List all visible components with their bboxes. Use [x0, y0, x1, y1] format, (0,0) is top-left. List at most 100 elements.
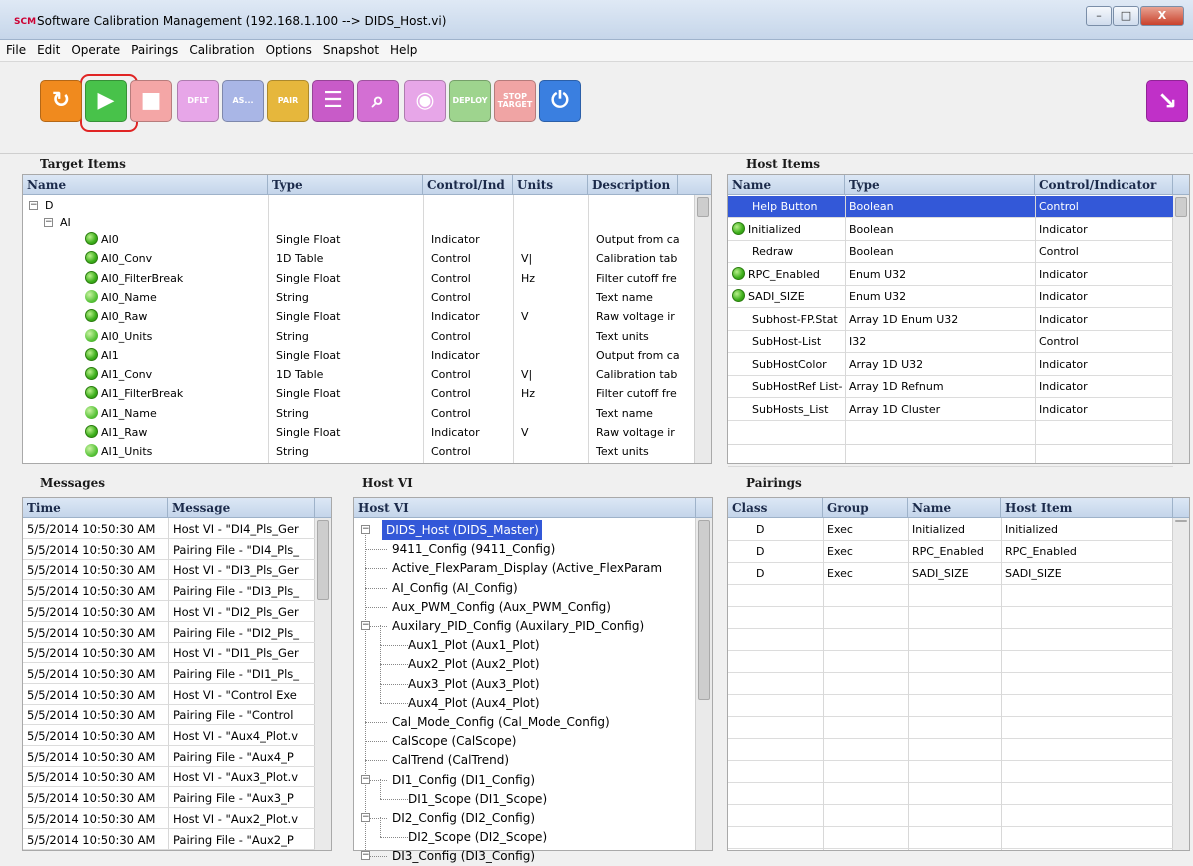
run-button[interactable]: ▶ [85, 80, 127, 122]
save-default-button[interactable]: DFLT [177, 80, 219, 122]
stop-button[interactable]: ■ [130, 80, 172, 122]
refresh-button[interactable]: ↻ [40, 80, 82, 122]
message-row[interactable]: 5/5/2014 10:50:30 AM Host VI - "DI2_Pls_G… [23, 602, 315, 622]
menu-snapshot[interactable]: Snapshot [317, 40, 384, 57]
table-row[interactable]: D Exec SADI_SIZE SADI_SIZE [728, 563, 1173, 585]
tree-node[interactable]: Aux_PWM_Config (Aux_PWM_Config) [354, 597, 694, 617]
table-row[interactable]: AI0_Units String Control Text units [23, 327, 693, 347]
host-col-control-indicator[interactable]: Control/Indicator [1035, 175, 1173, 195]
tree-node[interactable]: Active_FlexParam_Display (Active_FlexPar… [354, 558, 694, 578]
menu-operate[interactable]: Operate [65, 40, 125, 57]
menu-help[interactable]: Help [384, 40, 422, 57]
tree-node[interactable]: − Auxilary_PID_Config (Auxilary_PID_Confi… [354, 616, 694, 636]
exit-button[interactable]: ↘ [1146, 80, 1188, 122]
table-row[interactable]: SubHosts_List Array 1D Cluster Indicator [728, 399, 1173, 421]
message-row[interactable]: 5/5/2014 10:50:30 AM Pairing File - "Aux4… [23, 747, 315, 767]
target-col-description[interactable]: Description [588, 175, 678, 195]
messages-scrollbar[interactable] [314, 518, 331, 850]
message-row[interactable]: 5/5/2014 10:50:30 AM Pairing File - "Cont… [23, 705, 315, 726]
pairings-scrollbar[interactable] [1172, 518, 1189, 850]
tree-node[interactable]: Aux3_Plot (Aux3_Plot) [354, 663, 694, 694]
expander-icon[interactable]: − [29, 201, 38, 210]
table-row[interactable]: AI0_FilterBreak Single Float Control Hz Filt… [23, 269, 693, 289]
pairings-col-class[interactable]: Class [728, 498, 823, 518]
table-row[interactable]: D Exec RPC_Enabled RPC_Enabled [728, 541, 1173, 563]
minimize-button[interactable]: – [1086, 6, 1112, 26]
message-row[interactable]: 5/5/2014 10:50:30 AM Pairing File - "DI2_… [23, 623, 315, 643]
expander-icon[interactable]: − [361, 525, 370, 534]
messages-col-message[interactable]: Message [168, 498, 315, 518]
tree-node[interactable]: CalScope (CalScope) [354, 731, 694, 751]
host-scrollbar[interactable] [1172, 195, 1189, 463]
tree-node[interactable]: Aux4_Plot (Aux4_Plot) [354, 682, 694, 713]
message-row[interactable]: 5/5/2014 10:50:30 AM Host VI - "Aux2_Plot… [23, 809, 315, 829]
host-col-type[interactable]: Type [845, 175, 1035, 195]
tree-node[interactable]: DI1_Scope (DI1_Scope) [354, 778, 694, 809]
table-row[interactable]: RPC_Enabled Enum U32 Indicator [728, 264, 1173, 286]
target-scrollbar-thumb[interactable] [697, 197, 709, 217]
tree-node[interactable]: AI_Config (AI_Config) [354, 578, 694, 598]
table-row[interactable]: SubHostColor Array 1D U32 Indicator [728, 354, 1173, 376]
save-as-button[interactable]: AS... [222, 80, 264, 122]
tree-node[interactable]: − DIDS_Host (DIDS_Master) [354, 520, 694, 540]
tree-node[interactable]: − DI2_Config (DI2_Config) [354, 808, 694, 828]
table-row[interactable]: AI1_FilterBreak Single Float Control Hz Filt… [23, 384, 693, 404]
menu-file[interactable]: File [0, 40, 31, 57]
table-row[interactable]: SubHostRef List- Array 1D Refnum Indicator [728, 376, 1173, 398]
tree-node[interactable]: DI2_Scope (DI2_Scope) [354, 817, 694, 847]
host-col-name[interactable]: Name [728, 175, 845, 195]
target-scrollbar[interactable] [694, 195, 711, 463]
tree-node[interactable]: − DI1_Config (DI1_Config) [354, 770, 694, 790]
table-row[interactable]: AI0_Conv 1D Table Control V| Calibration tab [23, 249, 693, 269]
maximize-button[interactable]: □ [1113, 6, 1139, 26]
search-button[interactable]: ⌕ [357, 80, 399, 122]
host-scrollbar-thumb[interactable] [1175, 197, 1187, 217]
table-row[interactable]: AI1_Units String Control Text units [23, 442, 693, 462]
messages-scrollbar-thumb[interactable] [317, 520, 329, 600]
expander-icon[interactable]: − [361, 813, 370, 822]
file-button[interactable]: ☰ [312, 80, 354, 122]
close-button[interactable]: X [1140, 6, 1184, 26]
camera-button[interactable]: ◉ [404, 80, 446, 122]
pairings-scrollbar-thumb[interactable] [1175, 520, 1187, 522]
host-vi-col-host-vi[interactable]: Host VI [354, 498, 696, 518]
tree-node[interactable]: Aux2_Plot (Aux2_Plot) [354, 644, 694, 674]
message-row[interactable]: 5/5/2014 10:50:30 AM Pairing File - "DI1_… [23, 664, 315, 684]
table-row[interactable]: Redraw Boolean Control [728, 241, 1173, 263]
menu-options[interactable]: Options [260, 40, 317, 57]
message-row[interactable]: 5/5/2014 10:50:30 AM Host VI - "DI3_Pls_G… [23, 560, 315, 581]
tree-node[interactable]: 9411_Config (9411_Config) [354, 539, 694, 559]
tree-node[interactable]: Aux1_Plot (Aux1_Plot) [354, 625, 694, 655]
target-col-control-ind[interactable]: Control/Ind [423, 175, 513, 195]
table-row[interactable]: D Exec Initialized Initialized [728, 519, 1173, 541]
message-row[interactable]: 5/5/2014 10:50:30 AM Host VI - "DI1_Pls_G… [23, 643, 315, 664]
expander-icon[interactable]: − [361, 851, 370, 861]
table-row[interactable]: AI1_Conv 1D Table Control V| Calibration tab [23, 365, 693, 385]
menu-edit[interactable]: Edit [31, 40, 65, 57]
table-row[interactable]: AI0_Raw Single Float Indicator V Raw voltage… [23, 307, 693, 327]
tree-node[interactable]: CalTrend (CalTrend) [354, 750, 694, 770]
table-row[interactable]: AI1 Single Float Indicator Output from ca [23, 346, 693, 366]
message-row[interactable]: 5/5/2014 10:50:30 AM Pairing File - "Aux2… [23, 830, 315, 850]
pairings-col-group[interactable]: Group [823, 498, 908, 518]
message-row[interactable]: 5/5/2014 10:50:30 AM Pairing File - "Aux3… [23, 788, 315, 809]
message-row[interactable]: 5/5/2014 10:50:30 AM Pairing File - "DI3_… [23, 581, 315, 602]
table-row[interactable]: AI0 Single Float Indicator Output from ca [23, 230, 693, 250]
message-row[interactable]: 5/5/2014 10:50:30 AM Pairing File - "DI4_… [23, 540, 315, 560]
table-row[interactable]: AI1_Raw Single Float Indicator V Raw voltage… [23, 423, 693, 443]
tree-node[interactable]: Cal_Mode_Config (Cal_Mode_Config) [354, 712, 694, 732]
expander-icon[interactable]: − [44, 218, 53, 227]
table-row[interactable]: Help Button Boolean Control [728, 196, 1173, 218]
table-row[interactable]: Initialized Boolean Indicator [728, 219, 1173, 241]
tree-node[interactable]: − DI3_Config (DI3_Config) [354, 846, 694, 866]
message-row[interactable]: 5/5/2014 10:50:30 AM Host VI - "DI4_Pls_G… [23, 519, 315, 539]
table-row[interactable]: AI1_Name String Control Text name [23, 404, 693, 424]
save-pair-button[interactable]: PAIR [267, 80, 309, 122]
message-row[interactable]: 5/5/2014 10:50:30 AM Host VI - "Aux3_Plot… [23, 767, 315, 788]
expander-icon[interactable]: − [361, 774, 370, 784]
messages-col-time[interactable]: Time [23, 498, 168, 518]
pairings-col-name[interactable]: Name [908, 498, 1001, 518]
message-row[interactable]: 5/5/2014 10:50:30 AM Host VI - "Aux4_Plot… [23, 726, 315, 746]
power-button[interactable]: ⏻ [539, 80, 581, 122]
table-row[interactable]: Subhost-FP.Stat Array 1D Enum U32 Indicato… [728, 309, 1173, 331]
